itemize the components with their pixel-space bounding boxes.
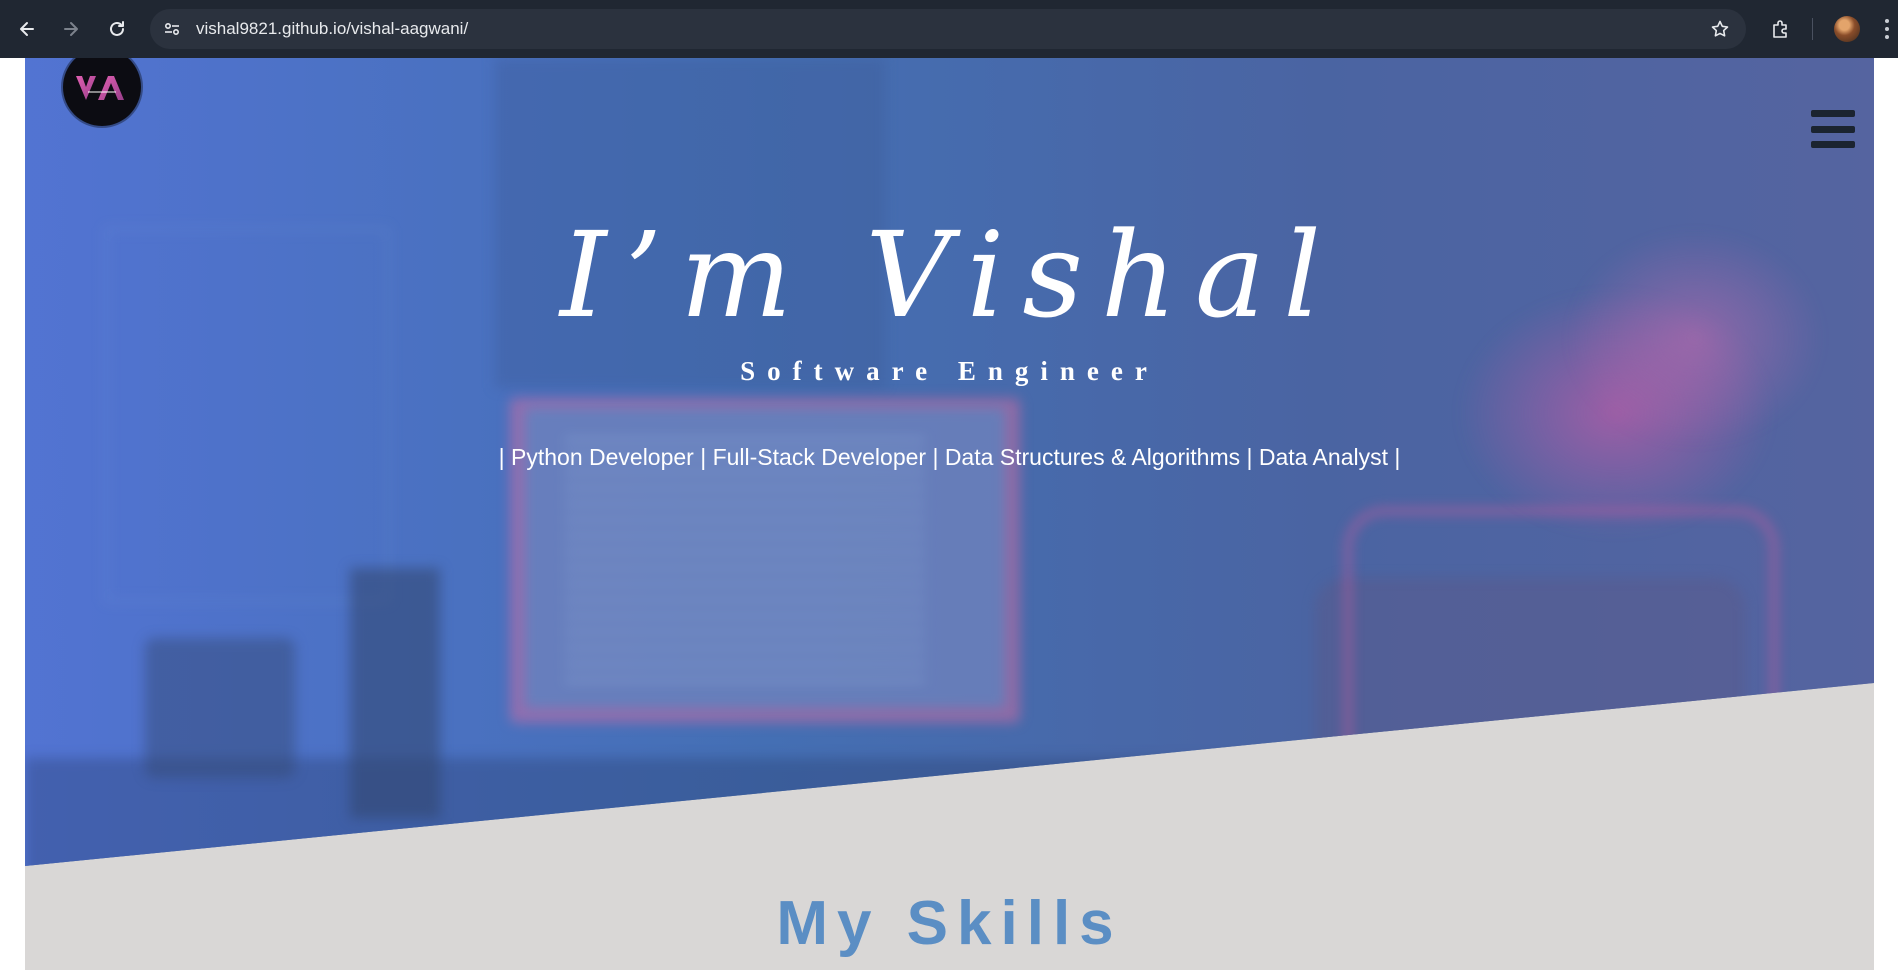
- browser-toolbar: vishal9821.github.io/vishal-aagwani/: [0, 0, 1898, 58]
- background-chair-frame: [1345, 508, 1777, 850]
- profile-avatar[interactable]: [1834, 16, 1860, 42]
- forward-arrow-icon[interactable]: [58, 16, 84, 42]
- site-info-icon[interactable]: [160, 17, 184, 41]
- toolbar-divider: [1812, 18, 1813, 40]
- extensions-icon[interactable]: [1768, 16, 1794, 42]
- back-arrow-icon[interactable]: [14, 16, 40, 42]
- reload-icon[interactable]: [104, 16, 130, 42]
- hamburger-icon[interactable]: [1811, 110, 1855, 148]
- hero-title: I’m Vishal: [559, 206, 1340, 344]
- page-viewport: I’m Vishal Software Engineer | Python De…: [0, 58, 1898, 970]
- hero-subtitle: Software Engineer: [740, 356, 1159, 386]
- background-box: [350, 568, 440, 818]
- background-code: [565, 438, 925, 688]
- more-menu-icon[interactable]: [1880, 16, 1894, 42]
- hero-section: I’m Vishal Software Engineer | Python De…: [25, 58, 1874, 866]
- background-plant-pot: [145, 638, 295, 778]
- url-text[interactable]: vishal9821.github.io/vishal-aagwani/: [196, 19, 468, 39]
- skills-heading: My Skills: [776, 889, 1123, 958]
- logo-mark-icon: [76, 76, 124, 100]
- address-bar[interactable]: vishal9821.github.io/vishal-aagwani/: [150, 9, 1746, 49]
- hero-roles: | Python Developer | Full-Stack Develope…: [498, 444, 1401, 470]
- background-desk: [25, 758, 1874, 866]
- bookmark-star-icon[interactable]: [1708, 17, 1732, 41]
- portfolio-page: I’m Vishal Software Engineer | Python De…: [25, 58, 1874, 970]
